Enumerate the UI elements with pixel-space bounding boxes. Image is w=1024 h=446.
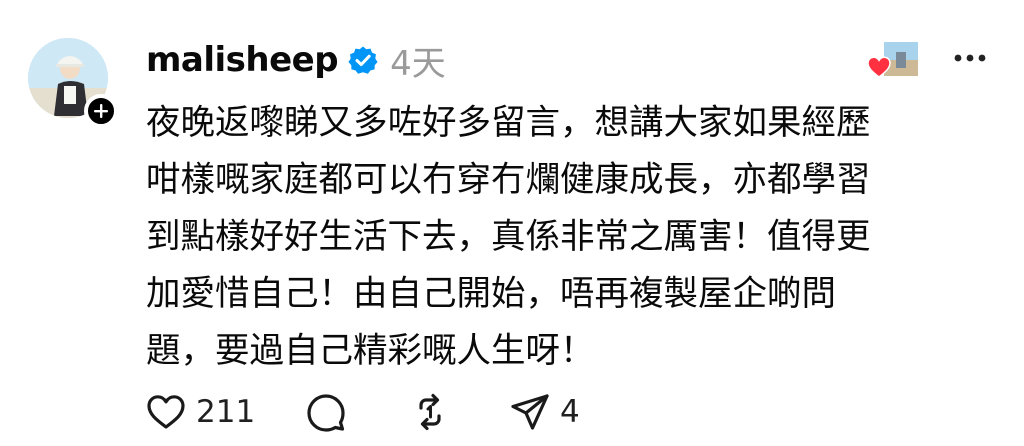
username[interactable]: malisheep [146, 40, 339, 80]
verified-badge-icon [348, 45, 378, 75]
more-options-button[interactable] [952, 46, 988, 70]
repost-icon [419, 393, 441, 431]
post-timestamp: 4天 [390, 43, 446, 84]
post-text-line: 夜晚返嚟睇又多咗好多留言，想講大家如果經歷 [146, 103, 871, 143]
repost-button[interactable] [410, 392, 510, 432]
post-text-line: 加愛惜自己！由自己開始，唔再複製屋企啲問 [146, 274, 836, 314]
comment-bubble-icon [307, 394, 345, 432]
liked-by-indicator[interactable] [866, 40, 924, 84]
heart-icon [147, 395, 185, 429]
post-header: malisheep 4天 [146, 36, 446, 84]
thread-post: malisheep 4天 夜晚返嚟睇又多咗好多留言，想講大家如果經歷 咁樣嘅家庭… [0, 0, 1024, 446]
plus-icon [94, 104, 108, 118]
red-heart-icon [866, 54, 892, 80]
post-text-line: 到點樣好好生活下去，真係非常之厲害！值得更 [146, 217, 871, 257]
share-button[interactable]: 4 [510, 392, 580, 432]
post-text-line: 題，要過自己精彩嘅人生呀！ [146, 331, 595, 371]
like-count: 211 [196, 394, 256, 430]
share-count: 4 [560, 394, 580, 430]
more-dots-icon [954, 54, 986, 62]
paper-plane-icon [511, 394, 549, 430]
action-bar: 211 4 [146, 386, 580, 438]
author-avatar-wrap[interactable] [28, 38, 118, 128]
comment-button[interactable] [306, 392, 406, 432]
follow-button[interactable] [84, 94, 118, 128]
like-button[interactable]: 211 [146, 393, 258, 431]
post-text-line: 咁樣嘅家庭都可以冇穿冇爛健康成長，亦都學習 [146, 160, 871, 200]
post-text: 夜晚返嚟睇又多咗好多留言，想講大家如果經歷 咁樣嘅家庭都可以冇穿冇爛健康成長，亦… [146, 95, 1006, 380]
